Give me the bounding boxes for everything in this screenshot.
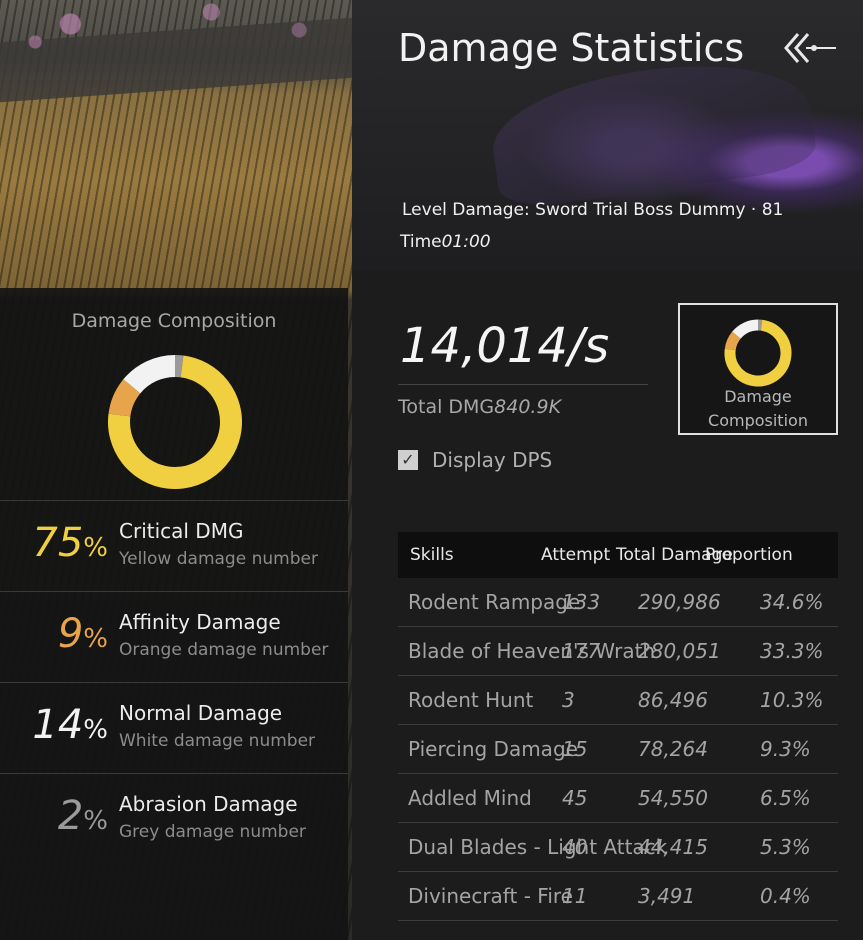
table-row: Dual Blades - Light Attack 40 44,415 5.3%	[398, 823, 838, 872]
table-row: Piercing Damage 15 78,264 9.3%	[398, 725, 838, 774]
composition-row-critical: 75% Critical DMG Yellow damage number	[0, 500, 348, 591]
skill-total-damage: 78,264	[638, 737, 708, 761]
skill-proportion: 33.3%	[760, 639, 824, 663]
composition-desc: Grey damage number	[119, 822, 306, 842]
composition-button-label: Damage Composition	[708, 387, 808, 430]
composition-percent: 14%	[32, 702, 108, 748]
skill-attempt: 45	[562, 786, 588, 810]
back-arrow-icon	[784, 33, 836, 63]
header-skills: Skills	[410, 545, 454, 565]
composition-row-abrasion: 2% Abrasion Damage Grey damage number	[0, 773, 348, 864]
composition-percent: 2%	[57, 793, 108, 839]
skill-name: Divinecraft - Fire	[408, 884, 573, 908]
composition-name: Critical DMG	[119, 519, 244, 543]
donut-segment-normal-damage	[732, 319, 759, 339]
skill-total-damage: 290,986	[638, 590, 721, 614]
skill-attempt: 3	[562, 688, 575, 712]
composition-row-affinity: 9% Affinity Damage Orange damage number	[0, 591, 348, 682]
composition-percent: 75%	[32, 520, 108, 566]
header-attempt: Attempt	[541, 545, 611, 565]
damage-composition-button[interactable]: Damage Composition	[678, 303, 838, 435]
composition-desc: Orange damage number	[119, 640, 329, 660]
page-title: Damage Statistics	[398, 26, 745, 70]
skill-name: Dual Blades - Light Attack	[408, 835, 668, 859]
skill-proportion: 0.4%	[760, 884, 811, 908]
table-row: Blade of Heaven's Wrath 177 280,051 33.3%	[398, 627, 838, 676]
table-row: Rodent Rampage 133 290,986 34.6%	[398, 578, 838, 627]
divider	[398, 384, 648, 385]
composition-name: Normal Damage	[119, 701, 283, 725]
scene-petals	[0, 0, 352, 60]
skill-attempt: 177	[562, 639, 601, 663]
skill-attempt: 15	[562, 737, 588, 761]
skill-proportion: 10.3%	[760, 688, 824, 712]
donut-segment-affinity-damage	[108, 379, 141, 417]
skill-total-damage: 86,496	[638, 688, 708, 712]
banner-creature-wing	[485, 48, 819, 212]
composition-donut-chart	[108, 355, 242, 489]
composition-name: Abrasion Damage	[119, 792, 298, 816]
time-label: Time01:00	[400, 232, 491, 252]
damage-statistics-panel: Damage Statistics Level Damage: Sword Tr…	[352, 0, 863, 940]
composition-row-normal: 14% Normal Damage White damage number	[0, 682, 348, 773]
skill-total-damage: 54,550	[638, 786, 708, 810]
composition-mini-donut	[724, 319, 792, 387]
display-dps-label: Display DPS	[432, 448, 553, 472]
back-button[interactable]	[780, 24, 842, 72]
total-damage: Total DMG840.9K	[398, 396, 562, 418]
skill-name: Addled Mind	[408, 786, 532, 810]
skill-proportion: 6.5%	[760, 786, 811, 810]
check-icon[interactable]: ✓	[398, 450, 418, 470]
skill-attempt: 40	[562, 835, 588, 859]
skill-attempt: 11	[562, 884, 588, 908]
composition-title: Damage Composition	[71, 310, 277, 332]
damage-composition-panel: Damage Composition 75% Critical DMG Yell…	[0, 288, 348, 940]
skill-name: Rodent Hunt	[408, 688, 534, 712]
dps-value: 14,014/s	[400, 318, 610, 374]
skill-proportion: 9.3%	[760, 737, 811, 761]
composition-desc: Yellow damage number	[119, 549, 318, 569]
skill-proportion: 34.6%	[760, 590, 824, 614]
composition-desc: White damage number	[119, 731, 316, 751]
skill-name: Rodent Rampage	[408, 590, 581, 614]
header-proportion: Proportion	[705, 545, 793, 565]
skill-total-damage: 44,415	[638, 835, 708, 859]
level-damage-label: Level Damage: Sword Trial Boss Dummy · 8…	[402, 200, 784, 220]
donut-segment-affinity-damage	[724, 331, 741, 351]
skill-total-damage: 280,051	[638, 639, 721, 663]
skill-name: Blade of Heaven's Wrath	[408, 639, 656, 663]
skill-name: Piercing Damage	[408, 737, 578, 761]
donut-segment-normal-damage	[123, 355, 176, 394]
table-row: Rodent Hunt 3 86,496 10.3%	[398, 676, 838, 725]
skill-attempt: 133	[562, 590, 601, 614]
table-row: Addled Mind 45 54,550 6.5%	[398, 774, 838, 823]
composition-percent: 9%	[57, 611, 108, 657]
table-row: Divinecraft - Fire 11 3,491 0.4%	[398, 872, 838, 921]
composition-name: Affinity Damage	[119, 610, 281, 634]
skill-total-damage: 3,491	[638, 884, 696, 908]
skill-proportion: 5.3%	[760, 835, 811, 859]
